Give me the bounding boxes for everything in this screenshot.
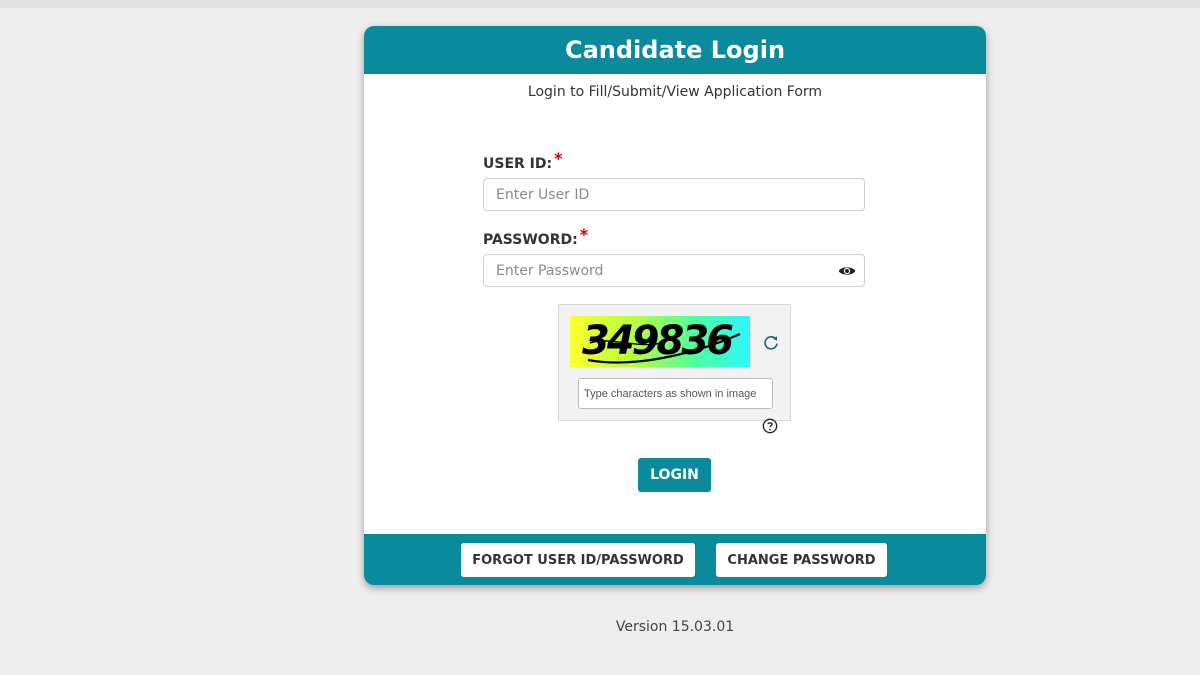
password-label: PASSWORD: *: [483, 225, 588, 248]
change-password-button[interactable]: CHANGE PASSWORD: [716, 543, 887, 577]
captcha-box: 349836: [558, 304, 791, 421]
question-circle-icon[interactable]: [762, 418, 778, 434]
user-id-label: USER ID: *: [483, 149, 562, 172]
password-input[interactable]: [483, 254, 865, 287]
captcha-image: 349836: [570, 316, 750, 367]
eye-icon[interactable]: [838, 262, 856, 280]
password-label-text: PASSWORD:: [483, 232, 578, 248]
login-button[interactable]: LOGIN: [638, 458, 711, 492]
captcha-input[interactable]: [578, 378, 773, 409]
forgot-password-button[interactable]: FORGOT USER ID/PASSWORD: [461, 543, 695, 577]
card-footer: FORGOT USER ID/PASSWORD CHANGE PASSWORD: [364, 534, 986, 585]
version-label: Version 15.03.01: [615, 619, 735, 635]
required-marker: *: [579, 225, 589, 244]
captcha-noise-lines: [587, 332, 741, 364]
required-marker: *: [554, 149, 563, 168]
page-title: Candidate Login: [364, 26, 986, 74]
user-id-input[interactable]: [483, 178, 865, 211]
page-subtitle: Login to Fill/Submit/View Application Fo…: [527, 84, 823, 100]
user-id-label-text: USER ID:: [483, 156, 553, 172]
top-border: [0, 0, 1200, 8]
login-card: Candidate Login Login to Fill/Submit/Vie…: [364, 26, 986, 585]
refresh-icon[interactable]: [763, 335, 779, 351]
